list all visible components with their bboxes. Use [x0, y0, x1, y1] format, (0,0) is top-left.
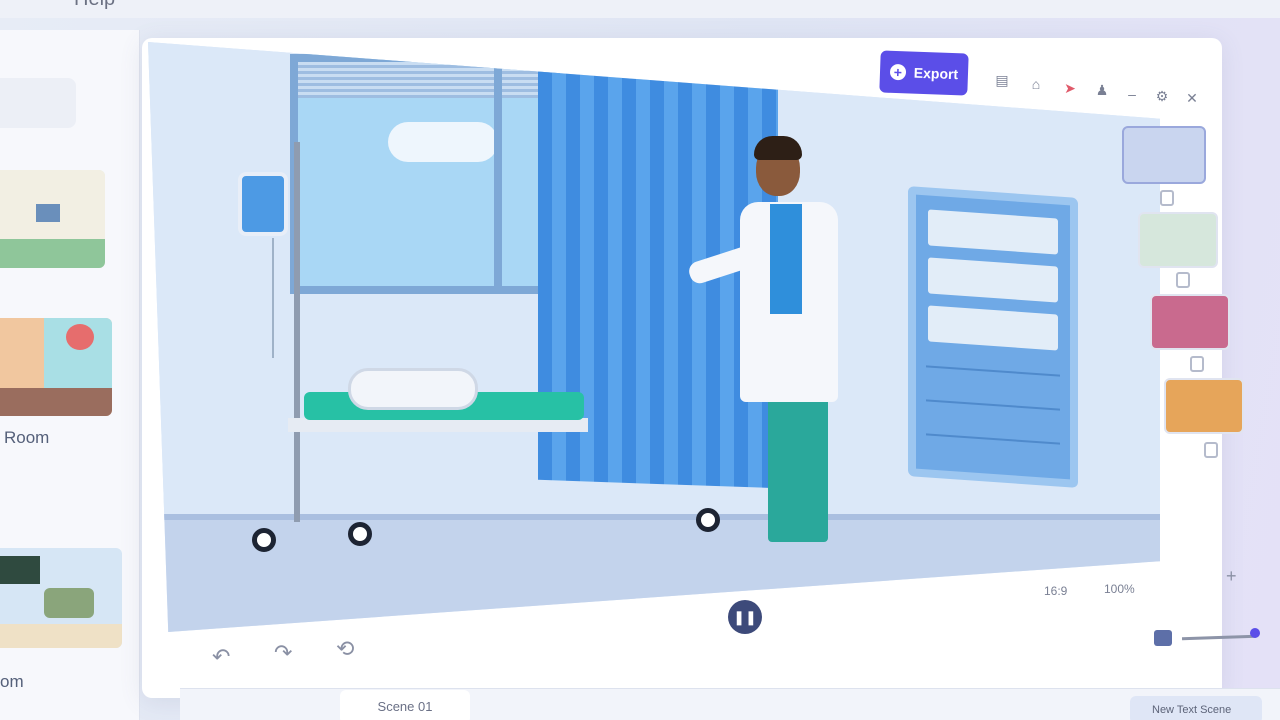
template-thumbnail-classroom[interactable]: [0, 548, 122, 648]
medicine-cabinet: [908, 186, 1078, 488]
bed-wheel: [348, 522, 372, 546]
template-thumbnail-room[interactable]: [0, 318, 112, 416]
timeline-zoom-handle[interactable]: [1250, 628, 1260, 638]
undo-icon[interactable]: ↶: [212, 644, 230, 670]
search-input[interactable]: [0, 78, 76, 128]
settings-icon[interactable]: ⚙: [1154, 88, 1170, 104]
redo-icon[interactable]: ↷: [274, 640, 292, 666]
scene-thumbnail-3[interactable]: [1150, 294, 1230, 350]
iv-bag: [238, 172, 288, 236]
copy-icon[interactable]: ▤: [994, 72, 1010, 88]
replay-icon[interactable]: ⟲: [336, 636, 354, 662]
doctor-hair: [754, 136, 802, 160]
scene-thumbnail-2[interactable]: [1138, 212, 1218, 268]
scene-window: [290, 54, 560, 294]
scene-thumbnail-4[interactable]: [1164, 378, 1244, 434]
bed-wheel: [696, 508, 720, 532]
iv-pole: [294, 142, 300, 522]
scene-thumbnail-1[interactable]: [1122, 126, 1206, 184]
template-thumbnail-office[interactable]: [0, 170, 105, 268]
duplicate-icon[interactable]: [1204, 442, 1218, 458]
add-icon[interactable]: +: [1226, 566, 1237, 587]
iv-wheel: [252, 528, 276, 552]
zoom-select[interactable]: 100%: [1104, 582, 1135, 596]
pause-button[interactable]: ❚❚: [728, 600, 762, 634]
timeline-zoom-icon: [1154, 630, 1172, 646]
duplicate-icon[interactable]: [1160, 190, 1174, 206]
doctor-shirt: [770, 204, 802, 314]
bed-frame: [288, 418, 588, 432]
export-label: Export: [913, 64, 959, 83]
scene-tab[interactable]: Scene 01: [340, 690, 470, 720]
top-menu-strip: [0, 0, 1280, 18]
home-icon[interactable]: ⌂: [1028, 76, 1044, 92]
template-label-room: Room: [4, 428, 50, 447]
plus-icon: +: [889, 63, 907, 81]
doctor-legs: [768, 392, 828, 542]
scene-canvas[interactable]: [148, 42, 1160, 632]
template-label-classroom: om: [0, 672, 24, 691]
export-button[interactable]: + Export: [879, 50, 969, 96]
duplicate-icon[interactable]: [1176, 272, 1190, 288]
cursor-icon[interactable]: ➤: [1062, 80, 1078, 96]
user-icon[interactable]: ♟: [1094, 82, 1110, 98]
close-icon[interactable]: ✕: [1184, 90, 1200, 106]
aspect-ratio-select[interactable]: 16:9: [1044, 584, 1067, 598]
pause-icon: ❚❚: [733, 609, 757, 625]
minimize-icon[interactable]: –: [1124, 86, 1140, 102]
bed-pillow: [348, 368, 478, 410]
duplicate-icon[interactable]: [1190, 356, 1204, 372]
timeline-text-tag[interactable]: New Text Scene: [1130, 696, 1262, 720]
iv-tube: [272, 238, 274, 358]
menu-help[interactable]: Help: [74, 0, 115, 11]
